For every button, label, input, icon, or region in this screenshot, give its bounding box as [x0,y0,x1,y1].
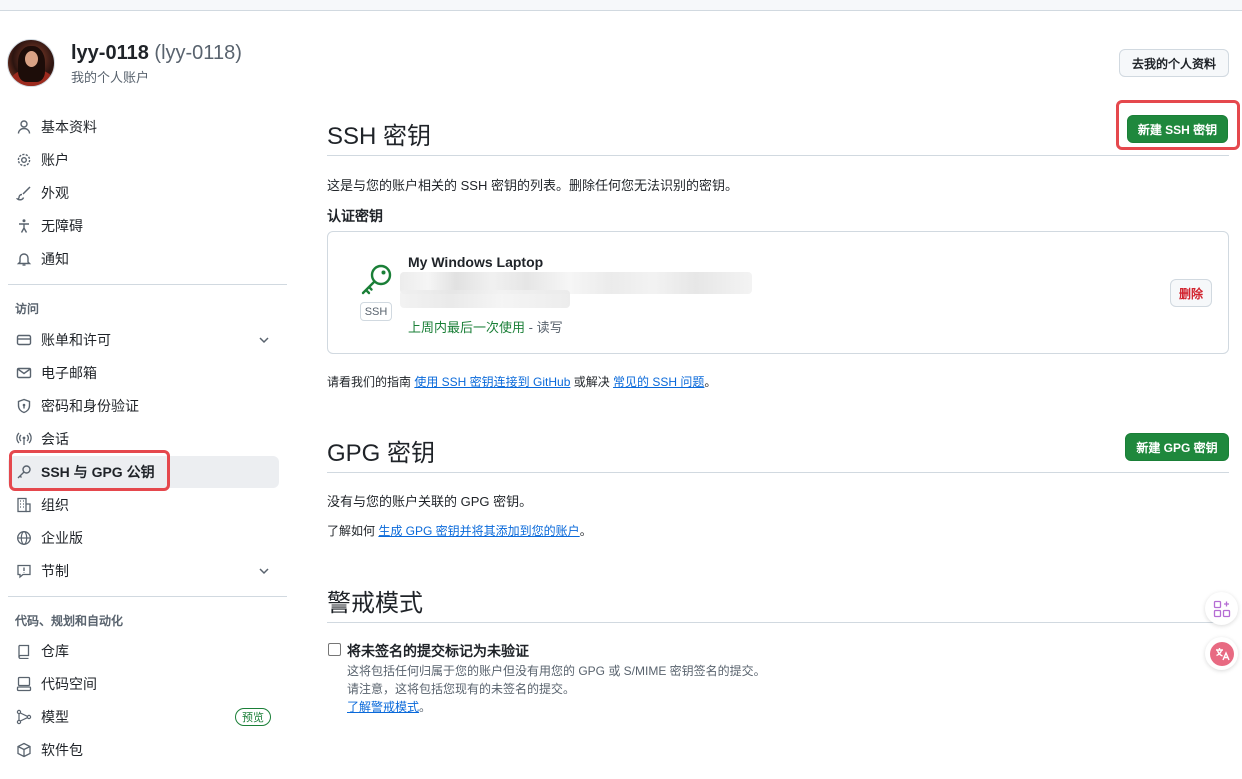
sidebar-item-enterprise[interactable]: 企业版 [8,522,279,554]
avatar[interactable] [7,39,55,87]
sidebar-item-label: 企业版 [41,530,83,546]
codespaces-icon [15,675,33,693]
organization-icon [15,496,33,514]
ssh-troubleshoot-link[interactable]: 常见的 SSH 问题 [613,375,704,389]
ssh-guide-text: 请看我们的指南 使用 SSH 密钥连接到 GitHub 或解决 常见的 SSH … [327,375,717,389]
key-usage: 上周内最后一次使用 - 读写 [408,320,563,335]
delete-key-button[interactable]: 删除 [1170,279,1212,307]
model-icon [15,708,33,726]
auth-keys-heading: 认证密钥 [327,208,383,224]
paintbrush-icon [15,184,33,202]
ssh-guide-link[interactable]: 使用 SSH 密钥连接到 GitHub [414,375,570,389]
chevron-down-icon[interactable] [257,333,271,347]
person-icon [15,118,33,136]
gpg-section-title: GPG 密钥 [327,440,436,467]
section-divider [327,155,1229,156]
sidebar-item-email[interactable]: 电子邮箱 [8,357,279,389]
sidebar-item-label: 基本资料 [41,119,97,135]
sidebar-group-code: 代码、规划和自动化 [15,614,124,628]
sidebar-divider [8,596,287,597]
sidebar-item-profile[interactable]: 基本资料 [8,111,279,143]
repo-icon [15,642,33,660]
vigilant-desc-1: 这将包括任何归属于您的账户但没有用您的 GPG 或 S/MIME 密钥签名的提交… [347,664,766,678]
vigilant-section-title: 警戒模式 [327,590,423,617]
sidebar-item-label: 电子邮箱 [41,365,97,381]
gpg-learn-text: 了解如何 生成 GPG 密钥并将其添加到您的账户。 [327,524,592,538]
vigilant-learn-text: 了解警戒模式。 [347,700,432,714]
sidebar-item-label: 代码空间 [41,676,97,692]
shield-lock-icon [15,397,33,415]
section-divider [327,622,1229,623]
sidebar-item-password-auth[interactable]: 密码和身份验证 [8,390,279,422]
sidebar-item-label: 节制 [41,563,69,579]
vigilant-learn-link[interactable]: 了解警戒模式 [347,700,419,714]
credit-card-icon [15,331,33,349]
new-gpg-key-button[interactable]: 新建 GPG 密钥 [1125,433,1229,461]
sidebar-item-label: 外观 [41,185,69,201]
accessibility-icon [15,217,33,235]
sidebar-group-access: 访问 [15,302,40,316]
sidebar-item-packages[interactable]: 软件包 [8,734,279,766]
sidebar-item-label: 会话 [41,431,69,447]
gpg-empty-text: 没有与您的账户关联的 GPG 密钥。 [327,494,533,509]
report-icon [15,562,33,580]
globe-icon [15,529,33,547]
sidebar-item-label: 账单和许可 [41,332,111,348]
apps-sparkle-icon [1213,600,1230,617]
account-type: 我的个人账户 [71,70,150,85]
sidebar-item-label: 无障碍 [41,218,83,234]
extension-translate-button[interactable] [1205,637,1238,670]
highlight-sidebar-ssh [9,450,170,491]
broadcast-icon [15,430,33,448]
sidebar-item-label: 仓库 [41,643,69,659]
mail-icon [15,364,33,382]
sidebar-item-notifications[interactable]: 通知 [8,243,279,275]
translate-icon [1209,641,1234,666]
key-type-label: SSH [360,302,392,321]
sidebar-item-models[interactable]: 模型 预览 [8,701,279,733]
sidebar-item-label: 密码和身份验证 [41,398,139,414]
vigilant-mode-checkbox[interactable] [328,643,341,656]
sidebar-item-label: 通知 [41,251,69,267]
key-icon [361,264,392,295]
sidebar-item-codespaces[interactable]: 代码空间 [8,668,279,700]
new-ssh-key-button[interactable]: 新建 SSH 密钥 [1127,115,1228,143]
sidebar-item-label: 模型 [41,709,69,725]
vigilant-desc-2: 请注意，这将包括您现有的未签名的提交。 [347,682,576,696]
extension-apps-button[interactable] [1205,592,1238,625]
sidebar-item-organizations[interactable]: 组织 [8,489,279,521]
sidebar-item-moderation[interactable]: 节制 [8,555,279,587]
ssh-section-title: SSH 密钥 [327,123,432,150]
redacted-added-info [400,290,570,308]
gear-icon [15,151,33,169]
package-icon [15,741,33,759]
top-bar [0,0,1242,11]
bell-icon [15,250,33,268]
sidebar-divider [8,284,287,285]
sidebar-item-appearance[interactable]: 外观 [8,177,279,209]
sidebar-item-label: 软件包 [41,742,83,758]
preview-badge: 预览 [235,708,271,726]
sidebar-item-billing[interactable]: 账单和许可 [8,324,279,356]
ssh-description: 这是与您的账户相关的 SSH 密钥的列表。删除任何您无法识别的密钥。 [327,178,738,193]
ssh-key-card: SSH My Windows Laptop 上周内最后一次使用 - 读写 删除 [327,231,1229,354]
user-name: lyy-0118 (lyy-0118) [71,42,242,64]
chevron-down-icon[interactable] [257,564,271,578]
sidebar-item-label: 账户 [41,152,69,168]
sidebar-item-label: 组织 [41,497,69,513]
section-divider [327,472,1229,473]
key-title: My Windows Laptop [408,254,544,270]
go-to-profile-button[interactable]: 去我的个人资料 [1119,49,1229,77]
sidebar-item-account[interactable]: 账户 [8,144,279,176]
vigilant-checkbox-label[interactable]: 将未签名的提交标记为未验证 [347,641,529,661]
gpg-generate-link[interactable]: 生成 GPG 密钥并将其添加到您的账户 [378,524,579,538]
sidebar-item-repositories[interactable]: 仓库 [8,635,279,667]
sidebar-item-accessibility[interactable]: 无障碍 [8,210,279,242]
